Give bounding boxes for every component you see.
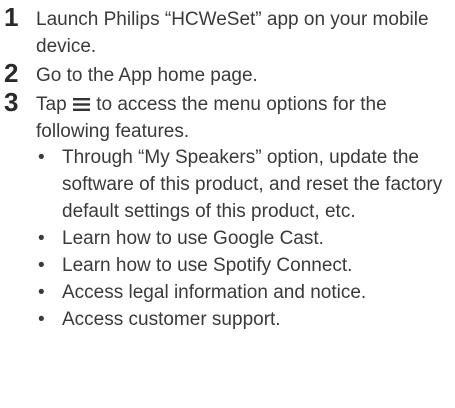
list-item: • Learn how to use Google Cast. xyxy=(36,225,448,252)
bullet: • xyxy=(38,147,45,168)
step-number: 1 xyxy=(4,2,19,32)
list-item-text: Learn how to use Google Cast. xyxy=(62,228,324,249)
step-text: Launch Philips “HCWeSet” app on your mob… xyxy=(36,9,429,57)
bullet: • xyxy=(38,228,45,249)
list-item-text: Access legal information and notice. xyxy=(62,282,367,303)
step-text: Tap to access the menu options for the f… xyxy=(36,91,448,145)
feature-list: • Through “My Speakers” option, update th… xyxy=(36,144,448,333)
step-number: 2 xyxy=(4,58,19,88)
list-item-text: Access customer support. xyxy=(62,309,281,330)
list-item-text: Through “My Speakers” option, update the… xyxy=(62,147,443,222)
bullet: • xyxy=(38,255,45,276)
list-item: • Access legal information and notice. xyxy=(36,279,448,306)
bullet: • xyxy=(38,282,45,303)
instructions-page: 1 Launch Philips “HCWeSet” app on your m… xyxy=(0,0,455,408)
bullet: • xyxy=(38,309,45,330)
step-text: Go to the App home page. xyxy=(36,65,258,86)
list-item: • Through “My Speakers” option, update th… xyxy=(36,144,448,225)
list-item-text: Learn how to use Spotify Connect. xyxy=(62,255,353,276)
step-text-before-icon: Tap xyxy=(36,94,72,115)
step-number: 3 xyxy=(4,87,19,117)
list-item: • Learn how to use Spotify Connect. xyxy=(36,252,448,279)
menu-icon xyxy=(72,98,90,111)
list-item: • Access customer support. xyxy=(36,306,448,333)
